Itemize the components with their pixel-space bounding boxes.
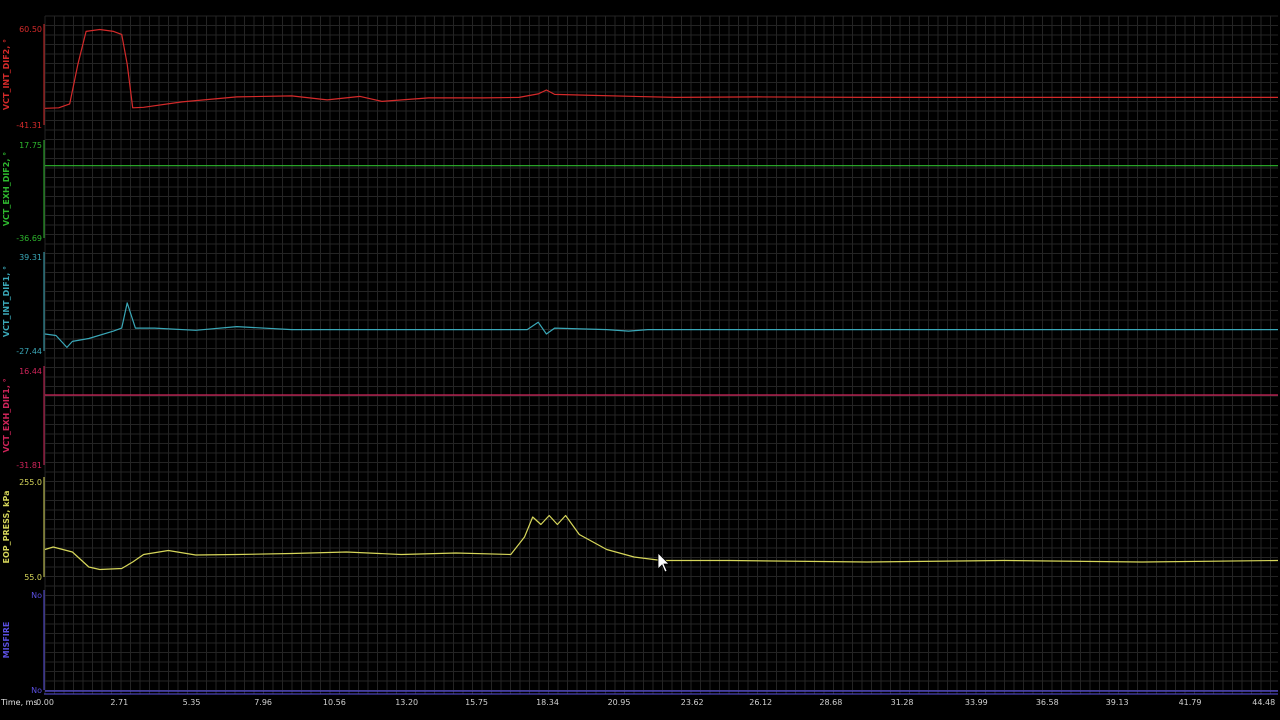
x-tick-label: 20.95: [608, 698, 631, 707]
x-tick-label: 41.79: [1179, 698, 1202, 707]
x-tick-label: 28.68: [819, 698, 842, 707]
oscilloscope-chart: 60.50 -41.31 VCT_INT_DIF2, ° 17.75 -36.69 VCT…: [0, 15, 1279, 707]
x-tick-label: 7.96: [254, 698, 272, 707]
channel-name: MISFIRE: [2, 622, 11, 659]
channel-panel: 17.75 -36.69 VCT_EXH_DIF2, °: [2, 140, 1278, 243]
x-tick-label: 33.99: [965, 698, 988, 707]
channel-name: VCT_EXH_DIF1, °: [2, 378, 11, 452]
channel-panel: 60.50 -41.31 VCT_INT_DIF2, °: [2, 24, 1278, 130]
x-tick-label: 36.58: [1036, 698, 1059, 707]
x-tick-label: 13.20: [395, 698, 418, 707]
channel-name: EOP_PRESS, kPa: [2, 491, 11, 564]
grid: [44, 15, 1278, 694]
x-tick-label: 18.34: [536, 698, 559, 707]
series-line: [44, 302, 1278, 348]
channel-max-label: 60.50: [19, 25, 42, 34]
channel-max-label: 39.31: [19, 253, 42, 262]
channel-min-label: 55.0: [24, 573, 42, 582]
x-tick-label: 2.71: [110, 698, 128, 707]
x-tick-label: 31.28: [891, 698, 914, 707]
channel-panels: 60.50 -41.31 VCT_INT_DIF2, ° 17.75 -36.69 VCT…: [2, 24, 1279, 695]
channel-name: VCT_INT_DIF1, °: [2, 266, 11, 337]
channel-max-label: 17.75: [19, 141, 42, 150]
x-tick-label: 15.75: [465, 698, 488, 707]
channel-panel: 16.44 -31.81 VCT_EXH_DIF1, °: [2, 366, 1278, 470]
channel-max-label: 255.0: [19, 478, 42, 487]
channel-min-label: -36.69: [16, 234, 42, 243]
time-axis: Time, ms 0.00 2.71 5.35 7.96 10.56 13.20 15.75…: [0, 693, 1278, 707]
series-line: [44, 28, 1278, 109]
channel-min-label: -41.31: [16, 121, 42, 130]
channel-name: VCT_EXH_DIF2, °: [2, 152, 11, 226]
x-tick-label: 26.12: [749, 698, 772, 707]
channel-name: VCT_INT_DIF2, °: [2, 39, 11, 110]
x-tick-label: 39.13: [1106, 698, 1129, 707]
channel-max-label: 16.44: [19, 367, 42, 376]
channel-min-label: -27.44: [16, 347, 42, 356]
x-axis-label: Time, ms: [0, 698, 38, 707]
x-tick-label: 0.00: [36, 698, 54, 707]
x-tick-label: 44.48: [1252, 698, 1275, 707]
channel-max-label: No: [31, 591, 42, 600]
mouse-cursor-icon: [657, 552, 670, 573]
channel-panel: 39.31 -27.44 VCT_INT_DIF1, °: [2, 252, 1278, 356]
x-tick-label: 10.56: [323, 698, 346, 707]
channel-min-label: -31.81: [16, 461, 42, 470]
x-tick-label: 5.35: [183, 698, 201, 707]
channel-min-label: No: [31, 686, 42, 695]
x-tick-label: 23.62: [681, 698, 704, 707]
